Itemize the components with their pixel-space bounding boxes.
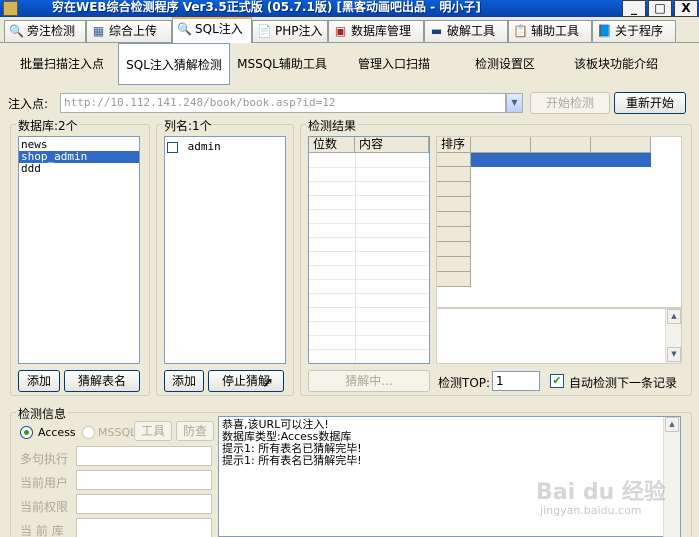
sub-tab-bar: 批量扫描注入点 SQL注入猜解检测 MSSQL辅助工具 管理入口扫描 检测设置区… [4, 43, 695, 85]
main-tab-bar: 🔍 旁注检测 ▦ 综合上传 🔍 SQL注入 📄 PHP注入 ▣ 数据库管理 ▬ … [0, 17, 699, 43]
scrollbar[interactable]: ▲ ▼ [665, 309, 681, 363]
clipboard-icon: 📋 [513, 24, 528, 38]
minimize-button[interactable]: _ [622, 0, 646, 17]
subtab-admin-scan[interactable]: 管理入口扫描 [344, 43, 444, 85]
title-bar[interactable]: 穷在WEB综合检测程序 Ver3.5正式版 (05.7.1版) [黑客动画吧出品… [0, 0, 699, 17]
list-item[interactable]: admin [165, 141, 285, 155]
chevron-down-icon[interactable]: ▼ [506, 93, 523, 113]
auto-detect-label: 自动检测下一条记录 [569, 376, 678, 390]
watermark-url: jingyan.baidu.com [540, 504, 642, 517]
subtab-settings[interactable]: 检测设置区 [460, 43, 550, 85]
selected-record-row[interactable] [471, 153, 651, 167]
subtab-sql-guess[interactable]: SQL注入猜解检测 [118, 43, 230, 85]
injection-url-input[interactable]: http://10.112.141.248/book/book.asp?id=1… [60, 93, 506, 113]
detect-info-label: 检测信息 [16, 405, 69, 422]
guess-tables-button[interactable]: 猜解表名 [64, 370, 140, 392]
tab-label: 破解工具 [447, 24, 496, 38]
scroll-up-icon[interactable]: ▲ [665, 417, 679, 432]
add-database-button[interactable]: 添加 [18, 370, 60, 392]
maximize-button[interactable]: □ [648, 0, 672, 17]
cursor-icon: ➚ [262, 375, 274, 391]
subtab-batch-scan[interactable]: 批量扫描注入点 [12, 43, 112, 85]
document-icon: 📄 [257, 24, 272, 38]
result-grid[interactable]: 位数 内容 [308, 136, 430, 364]
current-db-label: 当 前 库 [20, 524, 64, 537]
app-icon [3, 1, 18, 16]
window-title: 穷在WEB综合检测程序 Ver3.5正式版 (05.7.1版) [黑客动画吧出品… [52, 0, 481, 14]
current-perm-label: 当前权限 [20, 500, 69, 514]
column-checkbox[interactable] [167, 141, 178, 153]
multi-exec-label: 多句执行 [20, 452, 69, 466]
columns-count-label: 列名:1个 [162, 117, 214, 134]
database-count-label: 数据库:2个 [16, 117, 80, 134]
window-controls: _ □ X [596, 0, 699, 17]
decoding-button[interactable]: 猜解中... [308, 370, 430, 392]
tab-php-inject[interactable]: 📄 PHP注入 [252, 20, 328, 42]
injection-label: 注入点: [8, 97, 49, 111]
magnifier-icon: 🔍 [9, 24, 24, 38]
detect-top-input[interactable]: 1 [492, 371, 540, 391]
auto-detect-checkbox[interactable]: ✔ [550, 374, 564, 388]
tab-side-detect[interactable]: 🔍 旁注检测 [4, 20, 86, 42]
tab-label: 数据库管理 [351, 24, 412, 38]
current-user-field[interactable] [76, 470, 212, 490]
database-list[interactable]: news shop_admin ddd [18, 136, 140, 364]
keyboard-icon: ▬ [430, 24, 443, 38]
restart-button[interactable]: 重新开始 [614, 92, 686, 114]
watermark-brand: Bai du 经验 [536, 480, 666, 505]
column-header-sort: 排序 [437, 137, 471, 153]
scroll-down-icon[interactable]: ▼ [667, 347, 681, 362]
tab-db-manage[interactable]: ▣ 数据库管理 [328, 20, 424, 42]
tab-upload[interactable]: ▦ 综合上传 [86, 20, 172, 42]
upload-icon: ▦ [92, 24, 105, 38]
magnifier-icon: 🔍 [177, 22, 192, 36]
access-label: Access [38, 426, 76, 439]
log-line: 提示1: 所有表名已猜解完毕! [222, 454, 362, 467]
current-perm-field[interactable] [76, 494, 212, 514]
tab-aux-tools[interactable]: 📋 辅助工具 [508, 20, 592, 42]
tab-about[interactable]: 📘 关于程序 [592, 20, 676, 42]
tab-label: PHP注入 [275, 24, 323, 38]
anti-check-button[interactable]: 防查 [176, 421, 214, 441]
record-grid[interactable]: 排序 [436, 136, 682, 308]
access-radio[interactable] [20, 426, 33, 439]
column-header-content: 内容 [355, 137, 429, 153]
close-button[interactable]: X [674, 0, 698, 17]
multi-exec-field[interactable] [76, 446, 212, 466]
column-header-position: 位数 [309, 137, 355, 153]
mssql-radio[interactable] [82, 426, 95, 439]
tool-button[interactable]: 工具 [134, 421, 172, 441]
current-user-label: 当前用户 [20, 476, 69, 490]
column-name: admin [187, 140, 221, 153]
subtab-mssql-tools[interactable]: MSSQL辅助工具 [232, 43, 332, 85]
columns-list[interactable]: admin [164, 136, 286, 364]
book-icon: 📘 [597, 24, 612, 38]
tab-label: 关于程序 [615, 24, 664, 38]
tab-label: 旁注检测 [27, 24, 76, 38]
add-column-button[interactable]: 添加 [164, 370, 204, 392]
detect-top-label: 检测TOP: [438, 376, 491, 390]
database-icon: ▣ [334, 24, 347, 38]
tab-label: SQL注入 [195, 22, 243, 36]
list-item[interactable]: ddd [19, 163, 139, 175]
subtab-intro[interactable]: 该板块功能介绍 [560, 43, 672, 85]
current-db-field[interactable] [76, 518, 212, 537]
record-detail-box[interactable]: ▲ ▼ [436, 308, 682, 364]
tab-label: 辅助工具 [531, 24, 580, 38]
tab-sql-inject[interactable]: 🔍 SQL注入 [172, 17, 252, 43]
mssql-label: MSSQL [98, 426, 137, 439]
tab-label: 综合上传 [109, 24, 158, 38]
start-detect-button[interactable]: 开始检测 [530, 92, 610, 114]
tab-crack-tools[interactable]: ▬ 破解工具 [424, 20, 508, 42]
scroll-up-icon[interactable]: ▲ [667, 309, 681, 324]
results-label: 检测结果 [306, 117, 359, 134]
